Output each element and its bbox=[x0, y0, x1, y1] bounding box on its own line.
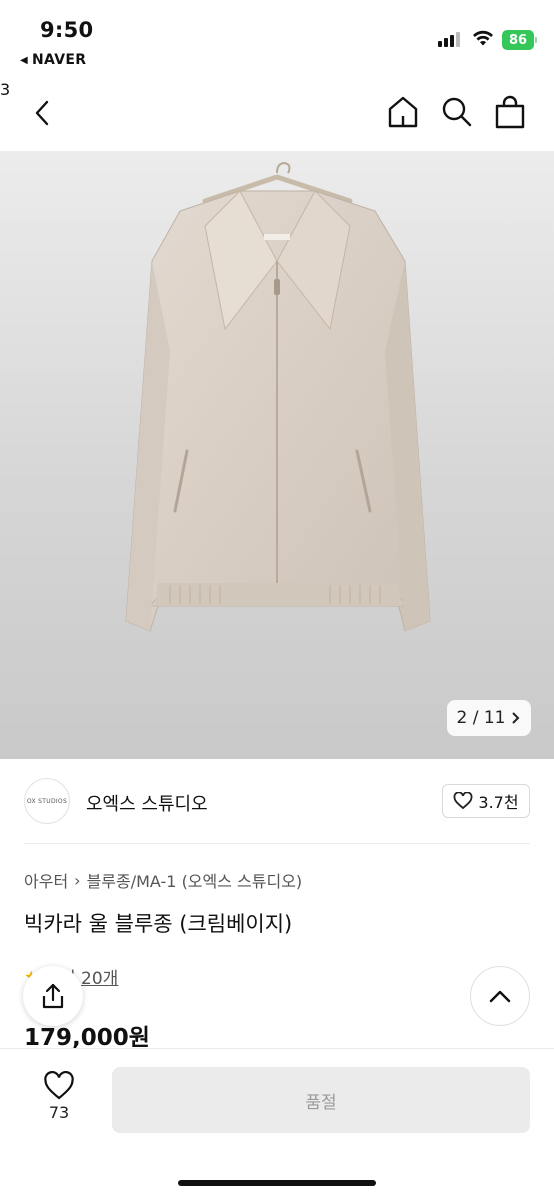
cart-count-badge: 3 bbox=[0, 80, 11, 99]
sold-out-button[interactable]: 품절 bbox=[112, 1067, 530, 1133]
breadcrumb: 아우터 › 블루종/MA-1 (오엑스 스튜디오) bbox=[24, 868, 302, 892]
share-icon bbox=[42, 983, 64, 1009]
share-button[interactable] bbox=[23, 966, 83, 1026]
status-time: 9:50 bbox=[40, 18, 94, 42]
heart-icon bbox=[454, 792, 473, 810]
breadcrumb-item[interactable]: 블루종/MA-1 (오엑스 스튜디오) bbox=[87, 868, 303, 892]
product-like-button[interactable]: 73 bbox=[30, 1071, 88, 1122]
product-image bbox=[125, 161, 431, 632]
scroll-to-top-button[interactable] bbox=[470, 966, 530, 1026]
breadcrumb-item[interactable]: 아우터 bbox=[24, 868, 68, 892]
back-triangle-icon: ◀ bbox=[20, 54, 28, 66]
chevron-right-icon bbox=[512, 712, 520, 724]
brand-like-button[interactable]: 3.7천 bbox=[442, 784, 530, 818]
battery-icon: 86 bbox=[502, 30, 537, 50]
brand-name-link[interactable]: 오엑스 스튜디오 bbox=[86, 790, 208, 816]
product-image-gallery[interactable] bbox=[0, 151, 554, 759]
like-count: 73 bbox=[48, 1103, 70, 1122]
status-bar: 9:50 86 bbox=[0, 0, 554, 50]
brand-row: OX STUDIOS 오엑스 스튜디오 3.7천 bbox=[0, 770, 554, 834]
cellular-signal-icon bbox=[438, 32, 460, 47]
home-indicator bbox=[178, 1180, 376, 1186]
wifi-icon bbox=[473, 30, 493, 46]
divider bbox=[24, 843, 530, 844]
product-title: 빅카라 울 블루종 (크림베이지) bbox=[24, 912, 293, 936]
back-to-app-link[interactable]: ◀ NAVER bbox=[20, 52, 86, 68]
chevron-right-icon: › bbox=[74, 870, 81, 890]
brand-logo[interactable]: OX STUDIOS bbox=[24, 778, 70, 824]
chevron-up-icon bbox=[489, 990, 511, 1003]
image-counter-button[interactable]: 2 / 11 bbox=[447, 700, 531, 736]
bottom-action-bar: 73 품절 bbox=[0, 1048, 554, 1200]
heart-icon bbox=[44, 1071, 74, 1100]
